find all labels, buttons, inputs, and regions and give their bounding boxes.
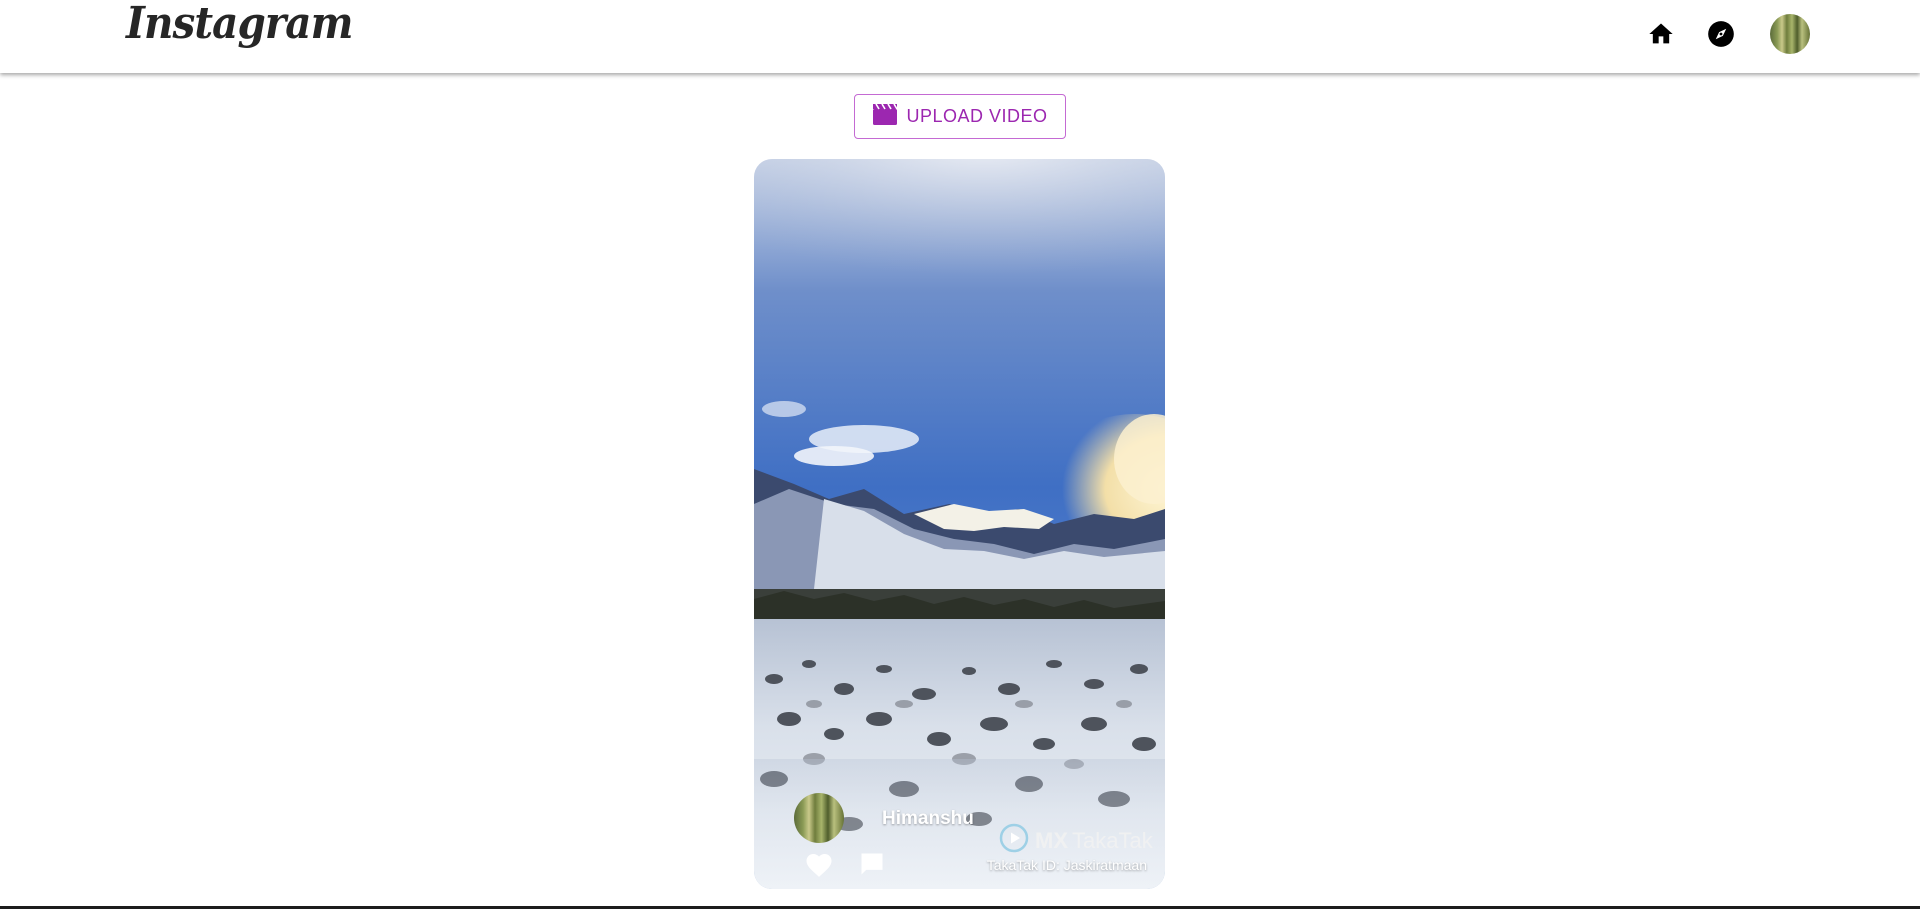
play-circle-icon [999, 823, 1029, 858]
instagram-logo[interactable]: Instagram [126, 0, 353, 49]
upload-video-label: UPLOAD VIDEO [906, 106, 1048, 126]
poster-username[interactable]: Himanshu [882, 808, 974, 830]
watermark-name: TakaTak [1072, 827, 1153, 853]
watermark-id: TakaTak ID: Jaskiratmaan [986, 857, 1147, 873]
profile-avatar[interactable] [1770, 14, 1810, 54]
clapperboard-icon [872, 102, 899, 131]
comment-icon[interactable] [855, 849, 889, 879]
top-nav-bar: Instagram [0, 0, 1920, 73]
video-frame [754, 159, 1165, 889]
video-post[interactable]: Himanshu MX TakaTak TakaTak ID: Jaskirat… [754, 159, 1165, 889]
upload-video-button[interactable]: UPLOAD VIDEO [854, 94, 1066, 139]
poster-avatar[interactable] [794, 793, 844, 843]
takatak-watermark: MX TakaTak [999, 823, 1153, 858]
heart-icon[interactable] [802, 849, 836, 879]
home-icon[interactable] [1646, 19, 1676, 49]
watermark-brand: MX [1035, 827, 1068, 853]
explore-icon[interactable] [1706, 19, 1736, 49]
